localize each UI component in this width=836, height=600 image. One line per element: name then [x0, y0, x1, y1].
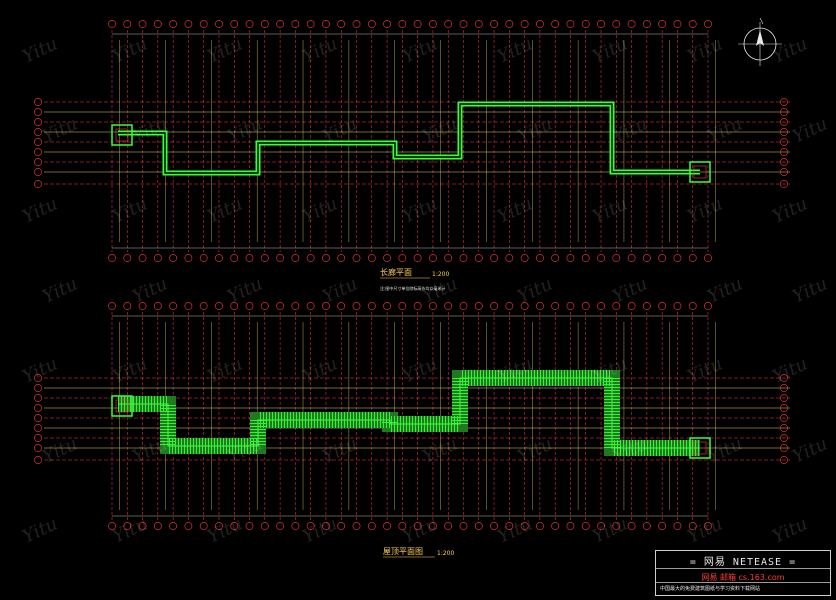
- roof-plan-title: 屋顶平面图: [383, 547, 423, 556]
- title-block: = 网易 NETEASE = 网易 邮箱 cs.163.com 中国最大的免费建…: [655, 550, 831, 596]
- footer-label: 中国最大的免费建筑图纸与学习资料下载网站: [660, 586, 761, 592]
- brand-label: = 网易 NETEASE =: [689, 557, 797, 568]
- cad-drawing-canvas[interactable]: 长廊平面 1:200 注:图中尺寸单位除标高外均以毫米计 屋顶平面图 1:200: [0, 0, 836, 600]
- roof-plan-scale: 1:200: [437, 550, 454, 557]
- top-plan-note: 注:图中尺寸单位除标高外均以毫米计: [380, 285, 445, 291]
- top-plan-title: 长廊平面: [380, 267, 412, 277]
- top-plan-scale: 1:200: [432, 271, 449, 278]
